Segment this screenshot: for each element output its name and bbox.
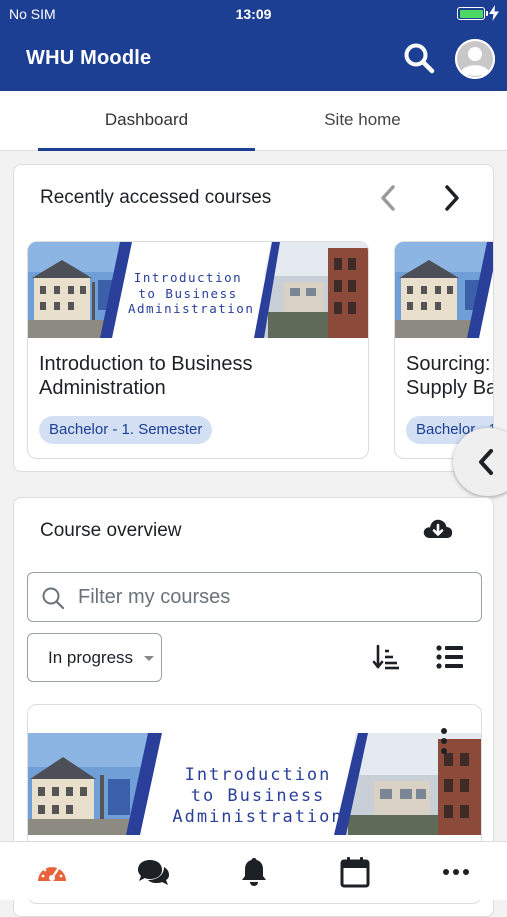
course-name-line: Sourcing:	[406, 353, 491, 375]
course-tile[interactable]: Introduction to Business Administration …	[27, 241, 369, 459]
tab-bar: Dashboard Site home	[0, 91, 507, 151]
banner-text-line: to Business	[190, 786, 326, 806]
messages-icon[interactable]	[136, 856, 170, 888]
course-name-line: Supply Ba	[406, 377, 494, 399]
banner-text-line: to Business	[138, 285, 238, 301]
course-category-badge: Bachelor - 1. Semester	[39, 416, 213, 444]
search-icon[interactable]	[402, 41, 436, 75]
block-drawer-toggle[interactable]	[453, 428, 507, 496]
chevron-left-icon	[479, 449, 493, 475]
course-banner: Introduction to Business Administration	[28, 242, 368, 338]
tab-dashboard[interactable]: Dashboard	[38, 91, 255, 151]
chevron-left-icon[interactable]	[374, 183, 404, 213]
caret-down-icon	[144, 656, 154, 661]
tab-site-home[interactable]: Site home	[254, 91, 471, 151]
course-name: Introduction to Business Administration	[39, 353, 253, 399]
charging-icon	[489, 5, 499, 21]
banner-text-line: Introduction	[184, 765, 332, 785]
notifications-icon[interactable]	[237, 856, 271, 888]
course-name: Sourcing: Supply Ba	[406, 352, 494, 400]
clock: 13:09	[235, 6, 272, 22]
more-vertical-icon[interactable]	[432, 725, 456, 759]
search-icon	[42, 587, 65, 610]
filter-courses-input[interactable]: Filter my courses	[27, 572, 482, 622]
user-avatar[interactable]	[455, 39, 495, 79]
course-overview-title: Course overview	[40, 520, 182, 541]
course-banner-image	[395, 242, 493, 338]
course-banner	[395, 242, 493, 338]
banner-text-line: Introduction	[133, 270, 243, 285]
filter-placeholder: Filter my courses	[78, 586, 231, 608]
progress-filter-value: In progress	[48, 648, 134, 667]
calendar-icon[interactable]	[338, 856, 372, 888]
dashboard-icon[interactable]	[35, 856, 69, 888]
cloud-download-icon[interactable]	[422, 516, 454, 544]
recent-courses-title: Recently accessed courses	[40, 187, 272, 208]
user-avatar-icon	[455, 39, 495, 79]
status-bar: No SIM 13:09	[0, 0, 507, 28]
bottom-navigation	[0, 841, 507, 900]
banner-text-line: Administration	[128, 301, 255, 316]
recently-accessed-card: Recently accessed courses Introduction t…	[13, 164, 494, 472]
app-bar: WHU Moodle	[0, 28, 507, 91]
course-tile[interactable]: Sourcing: Supply Ba Bachelor - 1.	[394, 241, 494, 459]
list-view-icon[interactable]	[436, 644, 464, 670]
battery-icon	[457, 7, 488, 20]
sort-icon[interactable]	[372, 643, 400, 671]
app-title: WHU Moodle	[26, 47, 152, 69]
banner-text-line: Administration	[172, 807, 344, 827]
chevron-right-icon[interactable]	[436, 183, 466, 213]
more-icon[interactable]	[439, 856, 473, 888]
progress-filter-select[interactable]: In progress	[27, 633, 162, 682]
